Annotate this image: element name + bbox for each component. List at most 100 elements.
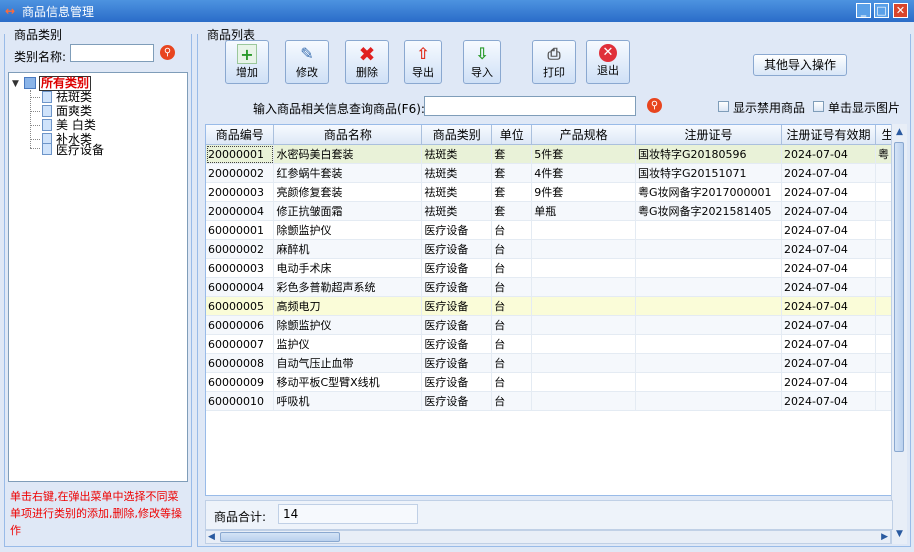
table-cell[interactable]: 20000004 (206, 201, 275, 221)
table-cell[interactable]: 祛斑类 (421, 182, 493, 202)
table-cell[interactable]: 套 (491, 163, 533, 183)
table-row[interactable]: 60000001 除颤监护仪 医疗设备台 2024-07-04 (206, 220, 900, 240)
scroll-down-icon[interactable]: ▼ (894, 528, 905, 540)
table-cell[interactable]: 台 (491, 239, 533, 259)
table-cell[interactable]: 修正抗皱面霜 (273, 201, 423, 221)
column-header[interactable]: 单位 (491, 125, 533, 145)
table-cell[interactable]: 台 (491, 220, 533, 240)
table-cell[interactable]: 60000010 (206, 391, 275, 411)
table-row[interactable]: 20000001 水密码美白套装 祛斑类套 5件套 国妆特字G20180596 2024-… (206, 144, 900, 164)
table-cell[interactable]: 亮颜修复套装 (273, 182, 423, 202)
table-cell[interactable] (531, 296, 637, 316)
table-row[interactable]: 60000010 呼吸机 医疗设备台 2024-07-04 (206, 391, 900, 411)
product-search-input[interactable] (424, 96, 636, 116)
table-row[interactable]: 60000006 除颤监护仪 医疗设备台 2024-07-04 (206, 315, 900, 335)
add-button[interactable]: + 增加 (225, 40, 269, 84)
table-cell[interactable]: 60000008 (206, 353, 275, 373)
scroll-right-icon[interactable]: ▶ (881, 531, 888, 543)
minimize-button[interactable]: _ (856, 3, 871, 18)
table-cell[interactable]: 台 (491, 353, 533, 373)
column-header[interactable]: 注册证号 (635, 125, 782, 145)
table-cell[interactable] (635, 239, 782, 259)
table-cell[interactable]: 2024-07-04 (781, 334, 876, 354)
table-cell[interactable] (531, 315, 637, 335)
table-cell[interactable]: 国妆特字G20180596 (635, 144, 782, 164)
table-cell[interactable]: 2024-07-04 (781, 201, 876, 221)
table-cell[interactable]: 套 (491, 182, 533, 202)
table-cell[interactable]: 台 (491, 334, 533, 354)
table-cell[interactable]: 20000002 (206, 163, 275, 183)
table-cell[interactable] (635, 277, 782, 297)
close-button[interactable]: ✕ (893, 3, 908, 18)
table-row[interactable]: 60000004 彩色多普勒超声系统 医疗设备台 2024-07-04 (206, 277, 900, 297)
other-import-button[interactable]: 其他导入操作 (753, 54, 847, 76)
table-cell[interactable]: 2024-07-04 (781, 163, 876, 183)
table-row[interactable]: 20000002 红参蜗牛套装 祛斑类套 4件套 国妆特字G20151071 2024-0… (206, 163, 900, 183)
table-cell[interactable]: 60000003 (206, 258, 275, 278)
table-cell[interactable] (531, 277, 637, 297)
table-cell[interactable]: 2024-07-04 (781, 144, 876, 164)
table-cell[interactable]: 台 (491, 391, 533, 411)
category-tree[interactable]: ▼ 所有类别 祛斑类 面爽类 美 白类 补水类 医疗设备 (8, 72, 188, 482)
table-cell[interactable] (635, 258, 782, 278)
maximize-button[interactable]: □ (874, 3, 889, 18)
table-cell[interactable] (635, 220, 782, 240)
table-cell[interactable]: 祛斑类 (421, 201, 493, 221)
table-cell[interactable]: 9件套 (531, 182, 637, 202)
table-cell[interactable] (531, 334, 637, 354)
table-cell[interactable]: 2024-07-04 (781, 182, 876, 202)
table-cell[interactable]: 麻醉机 (273, 239, 423, 259)
table-row[interactable]: 60000007 监护仪 医疗设备台 2024-07-04 (206, 334, 900, 354)
table-row[interactable]: 20000003 亮颜修复套装 祛斑类套 9件套 粤G妆网备字2017000001 202… (206, 182, 900, 202)
table-cell[interactable]: 自动气压止血带 (273, 353, 423, 373)
print-button[interactable]: ⎙ 打印 (532, 40, 576, 84)
table-cell[interactable]: 红参蜗牛套装 (273, 163, 423, 183)
table-cell[interactable]: 2024-07-04 (781, 391, 876, 411)
table-row[interactable]: 60000008 自动气压止血带 医疗设备台 2024-07-04 (206, 353, 900, 373)
table-cell[interactable] (531, 220, 637, 240)
table-cell[interactable]: 台 (491, 258, 533, 278)
table-cell[interactable]: 2024-07-04 (781, 239, 876, 259)
table-cell[interactable]: 2024-07-04 (781, 220, 876, 240)
table-row[interactable]: 20000004 修正抗皱面霜 祛斑类套单瓶 粤G妆网备字2021581405 2024… (206, 201, 900, 221)
table-cell[interactable] (635, 315, 782, 335)
table-cell[interactable] (635, 296, 782, 316)
table-cell[interactable]: 医疗设备 (421, 372, 493, 392)
scroll-thumb[interactable] (894, 142, 904, 452)
table-cell[interactable]: 60000001 (206, 220, 275, 240)
table-cell[interactable]: 医疗设备 (421, 258, 493, 278)
tree-item-category[interactable]: 医疗设备 (56, 143, 104, 157)
vertical-scrollbar[interactable]: ▲ ▼ (891, 124, 907, 544)
table-cell[interactable]: 医疗设备 (421, 296, 493, 316)
table-cell[interactable]: 台 (491, 277, 533, 297)
import-button[interactable]: ⇩ 导入 (463, 40, 501, 84)
table-cell[interactable]: 医疗设备 (421, 277, 493, 297)
table-cell[interactable]: 呼吸机 (273, 391, 423, 411)
table-cell[interactable] (635, 353, 782, 373)
delete-button[interactable]: ✖ 删除 (345, 40, 389, 84)
table-cell[interactable]: 20000003 (206, 182, 275, 202)
table-cell[interactable]: 医疗设备 (421, 334, 493, 354)
scroll-up-icon[interactable]: ▲ (894, 126, 905, 138)
table-cell[interactable] (531, 258, 637, 278)
table-cell[interactable] (531, 372, 637, 392)
table-cell[interactable]: 祛斑类 (421, 144, 493, 164)
table-cell[interactable]: 监护仪 (273, 334, 423, 354)
table-cell[interactable] (531, 391, 637, 411)
scroll-thumb[interactable] (220, 532, 340, 542)
table-cell[interactable] (531, 239, 637, 259)
table-cell[interactable]: 2024-07-04 (781, 258, 876, 278)
show-disabled-checkbox[interactable] (718, 101, 729, 112)
product-search-icon[interactable]: ⚲ (647, 98, 662, 113)
table-cell[interactable]: 单瓶 (531, 201, 637, 221)
column-header[interactable]: 商品名称 (273, 125, 423, 145)
tree-root-all-categories[interactable]: 所有类别 (39, 76, 92, 91)
table-cell[interactable]: 2024-07-04 (781, 277, 876, 297)
table-row[interactable]: 60000002 麻醉机 医疗设备台 2024-07-04 (206, 239, 900, 259)
table-cell[interactable]: 5件套 (531, 144, 637, 164)
tree-item-category[interactable]: 祛斑类 (56, 90, 92, 104)
table-cell[interactable]: 除颤监护仪 (273, 220, 423, 240)
product-table[interactable]: 商品编号 商品名称 商品类别 单位 产品规格 注册证号 注册证号有效期 生 20… (205, 124, 901, 496)
table-cell[interactable]: 2024-07-04 (781, 315, 876, 335)
table-cell[interactable]: 医疗设备 (421, 391, 493, 411)
